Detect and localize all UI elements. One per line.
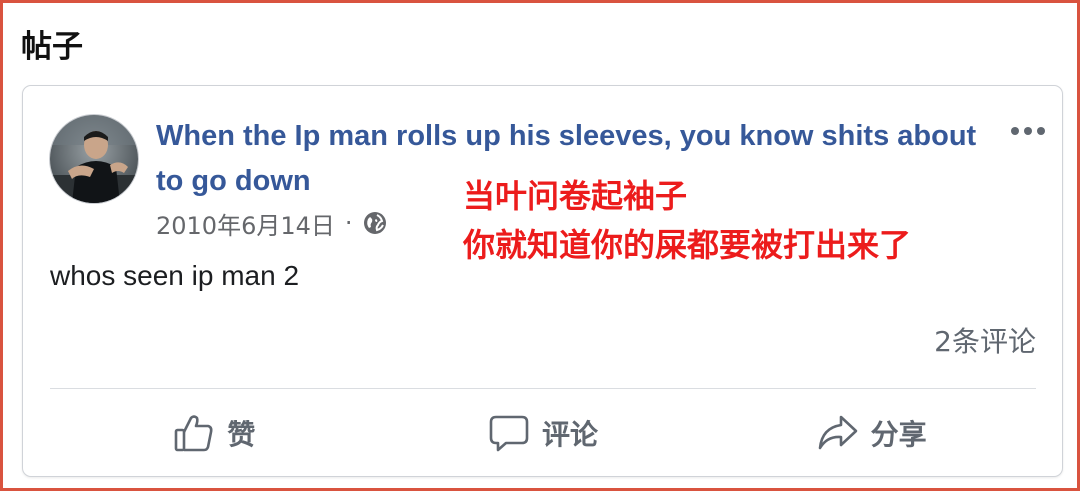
post-body: whos seen ip man 2 <box>50 260 300 291</box>
thumbs-up-icon <box>175 415 213 452</box>
like-label: 赞 <box>227 418 256 451</box>
caption-line-1: 当叶问卷起袖子 <box>463 177 688 215</box>
meta-separator: · <box>344 209 353 237</box>
screenshot-frame: 帖子 When the Ip man rolls up his sleeves,… <box>0 0 1080 491</box>
like-button[interactable]: 赞 <box>50 398 379 468</box>
avatar-image <box>50 115 138 203</box>
comments-count-link[interactable]: 2条评论 <box>934 320 1036 360</box>
caption-line-2: 你就知道你的屎都要被打出来了 <box>463 226 912 264</box>
more-options-icon <box>1011 127 1045 135</box>
divider <box>50 388 1036 389</box>
section-title: 帖子 <box>21 29 83 65</box>
post-card: When the Ip man rolls up his sleeves, yo… <box>22 85 1063 477</box>
caption-overlay: 当叶问卷起袖子 你就知道你的屎都要被打出来了 <box>463 172 911 270</box>
share-button[interactable]: 分享 <box>707 398 1036 468</box>
post-meta: 2010年6月14日 · <box>156 206 387 240</box>
more-options-button[interactable] <box>1006 116 1050 146</box>
speech-bubble-icon <box>489 415 529 452</box>
share-arrow-icon <box>818 415 857 450</box>
comment-button[interactable]: 评论 <box>379 398 708 468</box>
comment-label: 评论 <box>542 418 599 451</box>
avatar[interactable] <box>49 114 139 204</box>
share-label: 分享 <box>870 418 927 451</box>
action-bar: 赞 评论 分享 <box>50 398 1036 468</box>
globe-icon[interactable] <box>363 211 387 235</box>
post-date[interactable]: 2010年6月14日 <box>156 206 335 241</box>
